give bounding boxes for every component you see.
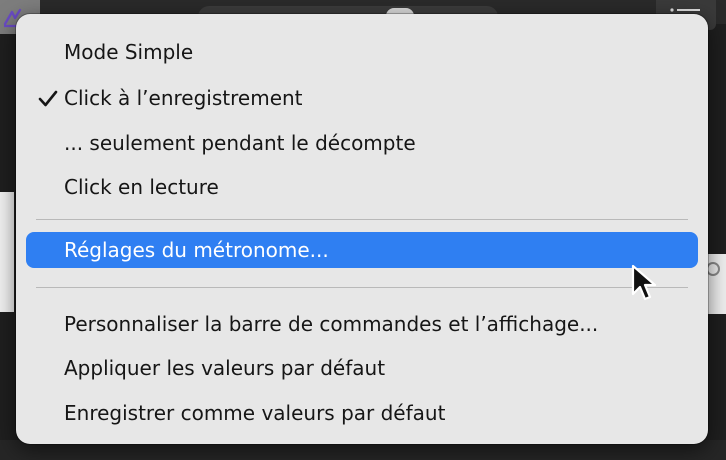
menu-item-click-recording[interactable]: Click à l’enregistrement — [26, 80, 698, 116]
menu-item-label: Réglages du métronome... — [64, 238, 329, 262]
menu-item-label: ... seulement pendant le décompte — [64, 131, 416, 155]
menu-item-label: Enregistrer comme valeurs par défaut — [64, 401, 446, 425]
menu-item-save-as-defaults[interactable]: Enregistrer comme valeurs par défaut — [26, 395, 698, 431]
left-panel-edge — [0, 192, 14, 312]
menu-separator — [36, 287, 688, 288]
knob-icon[interactable] — [706, 262, 720, 276]
menu-item-label: Click à l’enregistrement — [64, 86, 303, 110]
menu-item-apply-defaults[interactable]: Appliquer les valeurs par défaut — [26, 350, 698, 386]
menu-separator — [36, 219, 688, 220]
menu-item-customize-control-bar[interactable]: Personnaliser la barre de commandes et l… — [26, 306, 698, 342]
checkmark-icon — [36, 80, 60, 116]
menu-item-label: Click en lecture — [64, 175, 219, 199]
menu-item-label: Personnaliser la barre de commandes et l… — [64, 312, 599, 336]
menu-item-mode-simple[interactable]: Mode Simple — [26, 34, 698, 70]
metronome-context-menu: Mode Simple Click à l’enregistrement ...… — [16, 14, 708, 444]
menu-item-label: Mode Simple — [64, 40, 194, 64]
menu-item-metronome-settings[interactable]: Réglages du métronome... — [26, 232, 698, 268]
menu-item-label: Appliquer les valeurs par défaut — [64, 356, 386, 380]
menu-item-click-playback[interactable]: Click en lecture — [26, 169, 698, 205]
mouse-pointer-icon — [630, 264, 660, 306]
menu-item-only-count-in[interactable]: ... seulement pendant le décompte — [26, 125, 698, 161]
